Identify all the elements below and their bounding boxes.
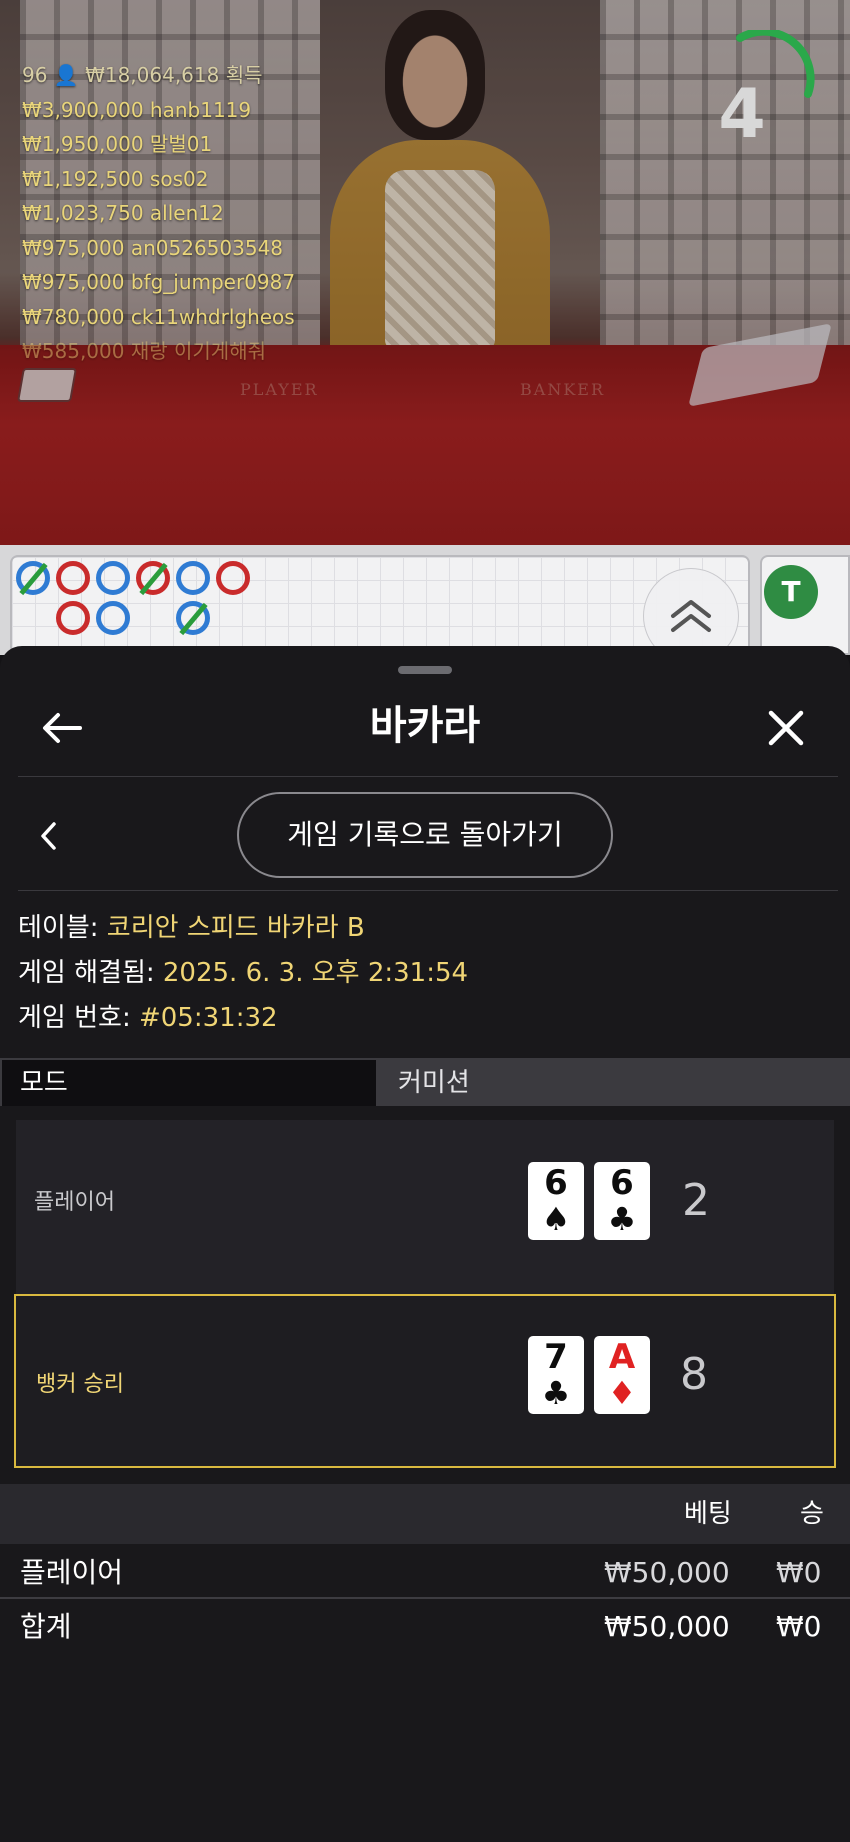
player-result-row: 플레이어 6 ♠ 6 ♣ 2 [16, 1120, 834, 1284]
info-table-label: 테이블: [18, 913, 99, 943]
total-bet: ₩50,000 [604, 1610, 730, 1643]
road-mark-player [96, 561, 130, 595]
road-mark-player-tie [176, 601, 210, 635]
winners-header: 96 👤 ₩18,064,618 획득 [22, 63, 263, 87]
app-root: PLAYER BANKER 96 👤 ₩18,064,618 획득 ₩3,900… [0, 0, 850, 1842]
close-button[interactable] [754, 696, 818, 760]
card-rank: 6 [610, 1163, 634, 1203]
winner-row: ₩780,000 ck11whdrlgheos [22, 304, 295, 329]
bet-row: 플레이어 ₩50,000 ₩0 [0, 1546, 850, 1600]
divider [18, 776, 838, 777]
banker-score: 8 [680, 1349, 708, 1400]
divider [18, 890, 838, 891]
info-number-value: #05:31:32 [138, 1003, 278, 1033]
tab-commission[interactable]: 커미션 [380, 1060, 850, 1106]
card-rank: A [608, 1337, 636, 1377]
prev-game-button[interactable] [24, 812, 72, 860]
live-video[interactable]: PLAYER BANKER 96 👤 ₩18,064,618 획득 ₩3,900… [0, 0, 850, 545]
winner-row: ₩975,000 bfg_jumper0987 [22, 270, 296, 294]
divider [0, 1597, 850, 1599]
road-mark-banker-tie [136, 561, 170, 595]
bead-road[interactable] [10, 555, 750, 655]
winner-row: ₩3,900,000 hanb1119 [22, 97, 252, 122]
road-mark-banker [56, 561, 90, 595]
info-table-value: 코리안 스피드 바카라 B [106, 913, 365, 943]
playing-card: A ♦ [594, 1336, 650, 1414]
win-column-header: 승 [800, 1499, 824, 1529]
road-mark-banker [56, 601, 90, 635]
game-detail-sheet: 바카라 게임 기록으로 돌아가기 테이블: 코리안 스피드 바카라 B 게임 해… [0, 646, 850, 1842]
winner-row: ₩1,950,000 말벌01 [22, 132, 213, 156]
bet-row-win: ₩0 [776, 1556, 822, 1589]
spade-icon: ♠ [541, 1200, 571, 1238]
road-mark-player [96, 601, 130, 635]
road-mark-player-tie [16, 561, 50, 595]
winner-row: ₩1,192,500 sos02 [22, 166, 209, 191]
chevron-left-icon [41, 822, 56, 850]
player-label: 플레이어 [34, 1190, 115, 1215]
club-icon: ♣ [607, 1200, 637, 1238]
bet-column-header: 베팅 [684, 1499, 732, 1529]
playing-card: 6 ♣ [594, 1162, 650, 1240]
playing-card: 6 ♠ [528, 1162, 584, 1240]
total-row: 합계 ₩50,000 ₩0 [0, 1600, 850, 1654]
back-to-history-button[interactable]: 게임 기록으로 돌아가기 [237, 792, 613, 878]
info-number: 게임 번호: #05:31:32 [18, 1000, 278, 1036]
info-resolved-label: 게임 해결됨: [18, 958, 155, 988]
double-chevron-up-icon [671, 600, 711, 632]
road-mark-player [176, 561, 210, 595]
club-icon: ♣ [541, 1374, 571, 1412]
close-icon [768, 710, 804, 746]
sheet-drag-handle[interactable] [398, 666, 452, 674]
banker-result-row: 뱅커 승리 7 ♣ A ♦ 8 [14, 1294, 836, 1468]
card-rank: 7 [544, 1337, 568, 1377]
info-resolved-value: 2025. 6. 3. 오후 2:31:54 [162, 958, 469, 988]
total-name: 합계 [20, 1610, 72, 1643]
winner-row: ₩975,000 an0526503548 [22, 235, 284, 260]
tab-mode[interactable]: 모드 [2, 1060, 376, 1106]
bet-row-bet: ₩50,000 [604, 1556, 730, 1589]
bet-row-name: 플레이어 [20, 1556, 124, 1589]
winner-row: ₩1,023,750 allen12 [22, 201, 224, 225]
banker-win-label: 뱅커 승리 [36, 1372, 124, 1397]
sheet-title: 바카라 [369, 703, 481, 749]
road-mark-banker [216, 561, 250, 595]
player-score: 2 [682, 1175, 710, 1226]
card-rank: 6 [544, 1163, 568, 1203]
diamond-icon: ♦ [607, 1374, 637, 1412]
countdown-number: 4 [718, 75, 766, 154]
winner-row: ₩585,000 재랑 이기게해줘 [22, 339, 266, 363]
info-number-label: 게임 번호: [18, 1003, 131, 1033]
info-resolved: 게임 해결됨: 2025. 6. 3. 오후 2:31:54 [18, 955, 468, 991]
tie-marker: T [764, 565, 818, 619]
winners-list: 96 👤 ₩18,064,618 획득 ₩3,900,000 hanb1119 … [22, 58, 295, 369]
playing-card: 7 ♣ [528, 1336, 584, 1414]
info-table: 테이블: 코리안 스피드 바카라 B [18, 910, 365, 946]
total-win: ₩0 [776, 1610, 822, 1643]
